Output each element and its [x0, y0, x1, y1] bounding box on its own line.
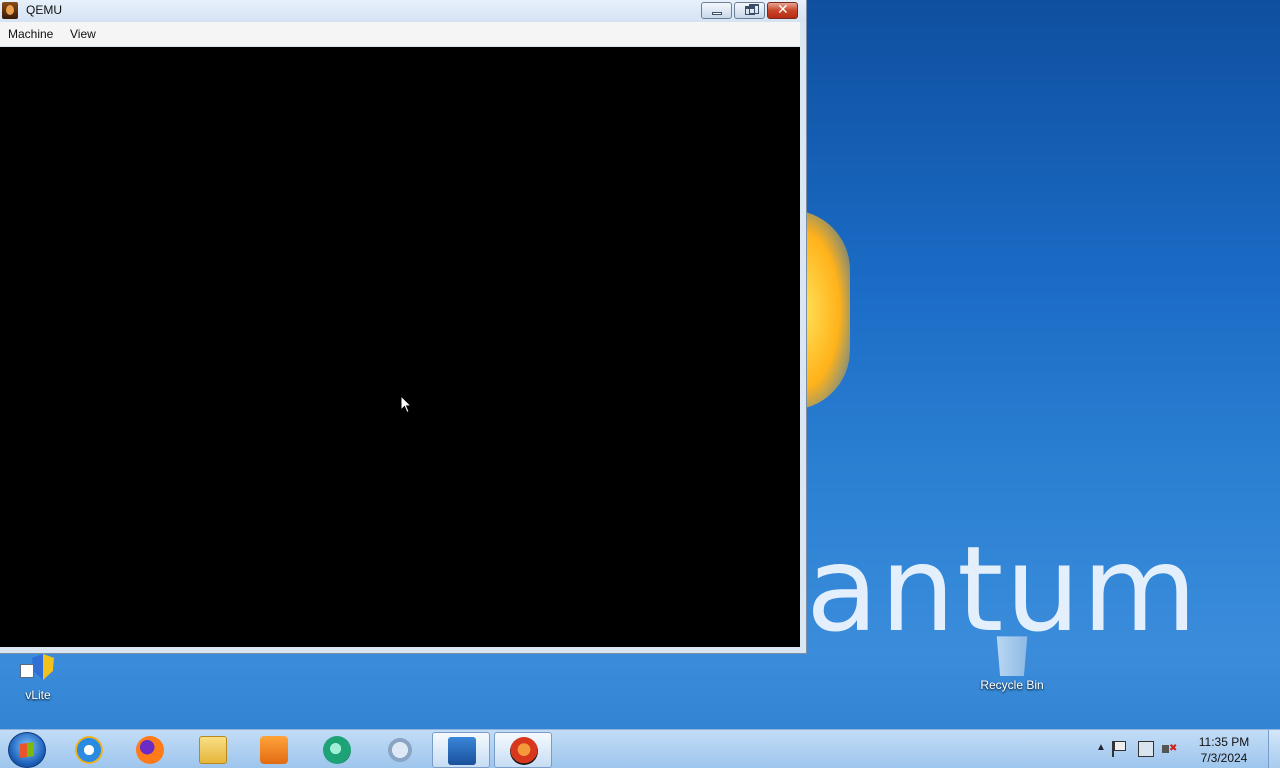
clock-date: 7/3/2024 — [1200, 751, 1248, 765]
window-titlebar[interactable]: QEMU ✕ — [0, 0, 806, 22]
show-hidden-icons-icon[interactable]: ▲ — [1096, 742, 1106, 753]
volume-muted-icon[interactable] — [1162, 741, 1178, 757]
start-button[interactable] — [8, 732, 46, 768]
menu-machine[interactable]: Machine — [8, 27, 53, 41]
menu-bar: Machine View — [0, 22, 800, 46]
shortcut-arrow-icon — [20, 664, 34, 678]
minimize-button[interactable] — [701, 2, 732, 19]
vlite-shortcut-icon — [14, 654, 62, 686]
network-icon — [323, 736, 351, 764]
media-player-icon — [260, 736, 288, 764]
taskbar-clock[interactable]: 11:35 PM 7/3/2024 — [1190, 734, 1258, 766]
taskbar-item-network[interactable] — [308, 732, 366, 768]
recycle-bin-icon — [996, 636, 1028, 676]
close-icon: ✕ — [777, 2, 789, 18]
vm-display[interactable] — [0, 47, 800, 647]
taskbar-item-powershell[interactable] — [432, 732, 490, 768]
taskbar-item-firefox[interactable] — [121, 732, 179, 768]
taskbar-item-qemu[interactable] — [494, 732, 552, 768]
window-title: QEMU — [26, 3, 62, 17]
system-tray: ▲ 11:35 PM 7/3/2024 — [1090, 730, 1280, 768]
powershell-icon — [448, 737, 476, 765]
show-desktop-button[interactable] — [1268, 730, 1280, 768]
firefox-icon — [136, 736, 164, 764]
qemu-app-icon[interactable] — [2, 2, 18, 19]
desktop-icon-recycle-bin[interactable]: Recycle Bin — [974, 632, 1050, 692]
qemu-window: QEMU ✕ Machine View — [0, 0, 807, 654]
desktop-icon-label: vLite — [25, 688, 51, 702]
desktop-icon-vlite[interactable]: vLite — [0, 654, 76, 702]
shield-icon — [32, 654, 54, 680]
taskbar: ▲ 11:35 PM 7/3/2024 — [0, 729, 1280, 768]
tools-icon — [386, 736, 414, 764]
network-status-icon[interactable] — [1138, 741, 1154, 757]
qemu-icon — [510, 737, 538, 765]
restore-icon — [745, 4, 759, 15]
folder-icon — [199, 736, 227, 764]
minimize-icon — [712, 12, 722, 15]
ie-icon — [75, 736, 103, 764]
taskbar-item-internet-explorer[interactable] — [60, 732, 118, 768]
clock-time: 11:35 PM — [1198, 735, 1250, 749]
desktop-icon-label: Recycle Bin — [980, 678, 1044, 692]
taskbar-item-media-player[interactable] — [245, 732, 303, 768]
menu-view[interactable]: View — [70, 27, 96, 41]
action-center-flag-icon[interactable] — [1112, 741, 1128, 757]
mouse-cursor-icon — [400, 395, 412, 414]
restore-button[interactable] — [734, 2, 765, 19]
close-button[interactable]: ✕ — [767, 2, 798, 19]
taskbar-item-tools[interactable] — [371, 732, 429, 768]
taskbar-item-explorer[interactable] — [184, 732, 242, 768]
